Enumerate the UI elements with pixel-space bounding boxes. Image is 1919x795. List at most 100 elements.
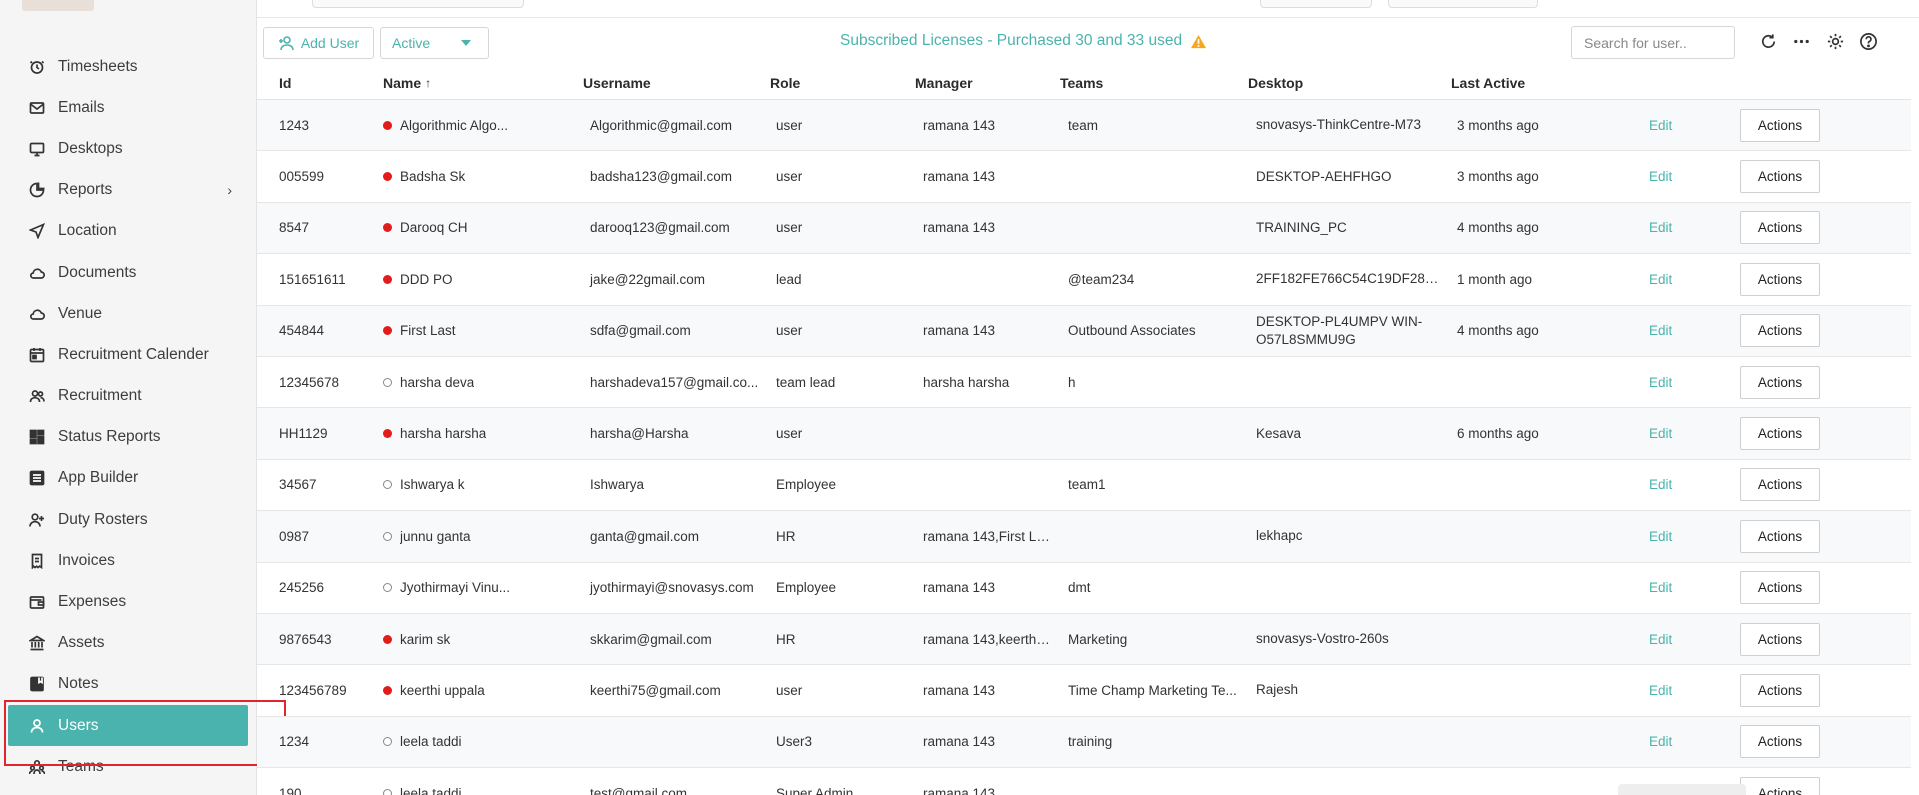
edit-link[interactable]: Edit [1649,683,1740,698]
cell-desktop: lekhapc [1256,528,1303,544]
status-filter-select[interactable]: Active [380,27,489,59]
edit-link[interactable]: Edit [1649,734,1740,749]
cell-username: jyothirmayi@snovasys.com [590,580,754,596]
more-icon[interactable] [1790,30,1812,52]
table-row[interactable]: 1243 Algorithmic Algo... Algorithmic@gmail… [257,100,1911,152]
edit-link[interactable]: Edit [1649,529,1740,544]
actions-button[interactable]: Actions [1740,673,1820,707]
header-control[interactable] [1260,0,1372,8]
sidebar-item-recruitment-calender[interactable]: Recruitment Calender [0,334,257,375]
offline-status-dot [383,583,392,593]
cell-username: Ishwarya [590,477,645,493]
sidebar-item-notes[interactable]: Notes [0,664,257,705]
sidebar-item-emails[interactable]: Emails [0,87,257,128]
table-row[interactable]: 245256 Jyothirmayi Vinu... jyothirmayi@sno… [257,563,1911,614]
edit-link[interactable]: Edit [1649,426,1740,441]
header-teams[interactable]: Teams [1060,75,1248,91]
edit-link[interactable]: Edit [1649,220,1740,235]
edit-link[interactable]: Edit [1649,580,1740,595]
cell-name: leela taddi [381,734,582,749]
settings-icon[interactable] [1824,30,1846,52]
header-control[interactable] [312,0,524,8]
sidebar-item-venue[interactable]: Venue [0,293,257,334]
actions-button[interactable]: Actions [1740,108,1820,142]
sidebar-item-label: Expenses [58,593,127,611]
sidebar-item-duty-rosters[interactable]: Duty Rosters [0,499,257,540]
actions-button[interactable]: Actions [1740,365,1820,399]
edit-link[interactable]: Edit [1649,632,1740,647]
table-row[interactable]: 9876543 karim sk skkarim@gmail.com HR ramana… [257,613,1911,666]
cell-last-active: 1 month ago [1457,271,1533,287]
table-row[interactable]: 151651611 DDD PO jake@22gmail.com lead @team… [257,254,1911,306]
actions-button[interactable]: Actions [1740,725,1820,759]
add-user-button[interactable]: Add User [263,27,374,59]
actions-button[interactable]: Actions [1740,417,1820,451]
edit-link[interactable]: Edit [1649,323,1740,338]
table-row[interactable]: 454844 First Last sdfa@gmail.com user ramana… [257,305,1911,357]
table-row[interactable]: 12345678 harsha deva harshadeva157@gmail.c… [257,357,1911,409]
user-name: leela taddi [400,785,462,795]
edit-link[interactable]: Edit [1649,118,1740,133]
edit-link[interactable]: Edit [1649,375,1740,390]
note-icon [28,675,46,693]
sidebar-item-status-reports[interactable]: Status Reports [0,417,257,458]
edit-link[interactable]: Edit [1649,169,1740,184]
sidebar-item-location[interactable]: Location [0,211,257,252]
header-username[interactable]: Username [582,75,770,91]
cell-manager: ramana 143 [923,117,996,133]
sidebar-item-documents[interactable]: Documents [0,252,257,293]
sidebar-nav: Timesheets Emails Desktops Reports › Location… [0,46,257,787]
table-row[interactable]: 8547 Darooq CH darooq123@gmail.com user rama… [257,202,1911,255]
cell-role: user [776,323,803,339]
sidebar-item-expenses[interactable]: Expenses [0,581,257,622]
cell-name: karim sk [381,632,582,647]
sidebar-item-recruitment[interactable]: Recruitment [0,376,257,417]
location-arrow-icon [28,222,46,240]
table-row[interactable]: HH1129 harsha harsha harsha@Harsha user Kesa… [257,408,1911,460]
header-control[interactable] [1388,0,1538,8]
edit-link[interactable]: Edit [1649,477,1740,492]
table-row[interactable]: 123456789 keerthi uppala keerthi75@gmail.c… [257,665,1911,717]
cell-manager: ramana 143 [923,580,996,596]
cell-id: 12345678 [279,374,340,390]
actions-button[interactable]: Actions [1740,314,1820,348]
highlight-annotation [4,700,286,766]
actions-button[interactable]: Actions [1740,160,1820,194]
edit-link[interactable]: Edit [1649,272,1740,287]
search-user-input[interactable] [1571,26,1735,59]
cell-actions: Actions [1740,673,1840,707]
table-row[interactable]: 34567 Ishwarya k Ishwarya Employee team1 Edit… [257,460,1911,512]
cell-role: user [776,169,803,185]
actions-button[interactable]: Actions [1740,468,1820,502]
sidebar-item-reports[interactable]: Reports › [0,170,257,211]
header-name[interactable]: Name ↑ [381,75,582,91]
cell-last-active: 6 months ago [1457,426,1539,442]
sidebar-item-label: Venue [58,304,102,322]
header-manager[interactable]: Manager [915,75,1060,91]
actions-button[interactable]: Actions [1740,262,1820,296]
actions-button[interactable]: Actions [1740,622,1820,656]
cell-actions: Actions [1740,160,1840,194]
sidebar-item-desktops[interactable]: Desktops [0,128,257,169]
cell-teams: Outbound Associates [1068,323,1196,339]
cell-role: team lead [776,374,836,390]
sidebar-item-timesheets[interactable]: Timesheets [0,46,257,87]
table-row[interactable]: 1234 leela taddi User3 ramana 143 training Ed… [257,716,1911,769]
sidebar-item-invoices[interactable]: Invoices [0,540,257,581]
sidebar-item-assets[interactable]: Assets [0,623,257,664]
table-row[interactable]: 005599 Badsha Sk badsha123@gmail.com user ra… [257,151,1911,203]
actions-button[interactable]: Actions [1740,571,1820,605]
refresh-icon[interactable] [1757,30,1779,52]
sidebar-item-app-builder[interactable]: App Builder [0,458,257,499]
table-row[interactable]: 0987 junnu ganta ganta@gmail.com HR ramana 1… [257,511,1911,563]
actions-button[interactable]: Actions [1740,519,1820,553]
header-id[interactable]: Id [257,75,381,91]
actions-button[interactable]: Actions [1740,211,1820,245]
header-desktop[interactable]: Desktop [1248,74,1451,92]
header-role[interactable]: Role [770,75,915,91]
sidebar-item-label: Desktops [58,139,123,157]
header-last-active[interactable]: Last Active [1451,75,1649,91]
help-icon[interactable] [1857,30,1879,52]
online-status-dot [383,120,392,130]
actions-button[interactable]: Actions [1740,776,1820,795]
